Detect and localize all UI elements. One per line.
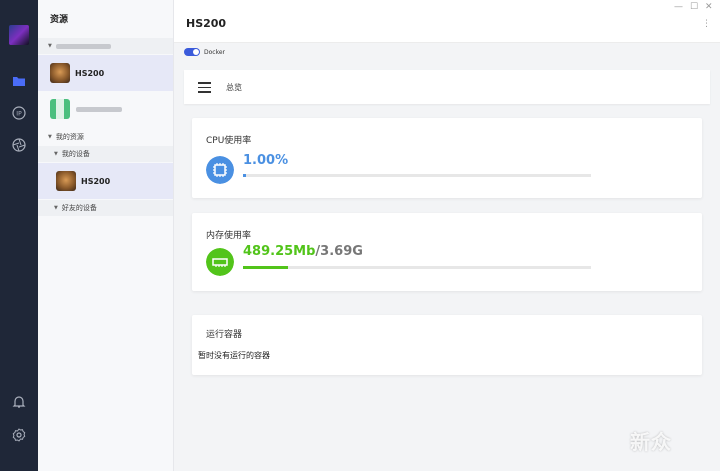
page-title: HS200 [186, 17, 227, 30]
overview-label: 总览 [226, 83, 242, 92]
settings-icon[interactable] [11, 427, 27, 443]
aperture-icon[interactable] [11, 137, 27, 153]
tree-device-hs200[interactable]: HS200 [38, 55, 173, 91]
tree-group-account[interactable]: ▼ [38, 38, 173, 54]
resource-tree: 资源 ▼ HS200 ▼ 我的资源 ▼ 我的设备 HS200 ▼ 好友的设备 [38, 0, 174, 471]
tree-group-friend-devices[interactable]: ▼ 好友的设备 [38, 200, 173, 216]
memory-total: 3.69G [320, 244, 363, 259]
memory-value: 489.25Mb/3.69G [243, 244, 363, 259]
svg-text:IP: IP [16, 111, 22, 118]
cpu-title: CPU使用率 [206, 136, 252, 146]
memory-progress-fill [243, 266, 289, 269]
cpu-value: 1.00% [243, 153, 289, 168]
cpu-chip-icon [206, 156, 234, 184]
menu-icon[interactable] [198, 82, 211, 93]
docker-toggle-row: Docker [184, 48, 225, 56]
device-avatar [50, 63, 70, 83]
tree-device-redacted[interactable] [38, 91, 173, 127]
caret-down-icon: ▼ [48, 43, 52, 49]
docker-toggle[interactable] [184, 48, 200, 56]
memory-card: 内存使用率 489.25Mb/3.69G [192, 213, 702, 291]
docker-label: Docker [204, 48, 226, 56]
device-avatar [56, 171, 76, 191]
redacted-label [76, 106, 122, 112]
tree-device-hs200-mine[interactable]: HS200 [38, 163, 173, 199]
caret-down-icon: ▼ [54, 205, 58, 211]
chip-icon[interactable]: IP [11, 105, 27, 121]
maximize-icon[interactable]: ☐ [690, 2, 698, 12]
tree-title: 资源 [50, 15, 69, 25]
cpu-progress-fill [243, 174, 247, 177]
memory-progress [243, 266, 591, 269]
tree-group-my-resources[interactable]: ▼ 我的资源 [38, 129, 173, 145]
kebab-icon[interactable]: ⋮ [702, 19, 711, 29]
memory-title: 内存使用率 [206, 231, 252, 241]
close-icon[interactable]: ✕ [705, 2, 713, 12]
main-panel: HS200 — ☐ ✕ ⋮ Docker 总览 CPU使用率 1.00% 内存使… [174, 0, 720, 471]
group-label: 我的资源 [55, 133, 84, 141]
folder-icon[interactable] [11, 73, 27, 89]
nav-rail: IP [0, 0, 38, 471]
redacted-label [55, 43, 111, 49]
device-avatar [50, 99, 70, 119]
memory-used: 489.25Mb [243, 244, 316, 259]
device-label: HS200 [81, 176, 111, 186]
caret-down-icon: ▼ [54, 151, 58, 157]
app-logo [9, 25, 29, 45]
containers-card: 运行容器 暂时没有运行的容器 [192, 315, 702, 375]
tree-group-my-devices[interactable]: ▼ 我的设备 [38, 146, 173, 162]
containers-title: 运行容器 [206, 330, 243, 340]
group-label: 好友的设备 [61, 204, 97, 212]
bell-icon[interactable] [11, 394, 27, 410]
group-label: 我的设备 [61, 150, 90, 158]
header-bar: HS200 — ☐ ✕ ⋮ [174, 0, 720, 43]
caret-down-icon: ▼ [48, 134, 52, 140]
memory-chip-icon [206, 248, 234, 276]
containers-empty-text: 暂时没有运行的容器 [198, 351, 270, 360]
device-label: HS200 [75, 68, 105, 78]
watermark-text: 新众 [630, 430, 672, 454]
cpu-progress [243, 174, 591, 177]
overview-bar: 总览 [184, 70, 710, 104]
minimize-icon[interactable]: — [674, 2, 683, 12]
cpu-card: CPU使用率 1.00% [192, 118, 702, 198]
